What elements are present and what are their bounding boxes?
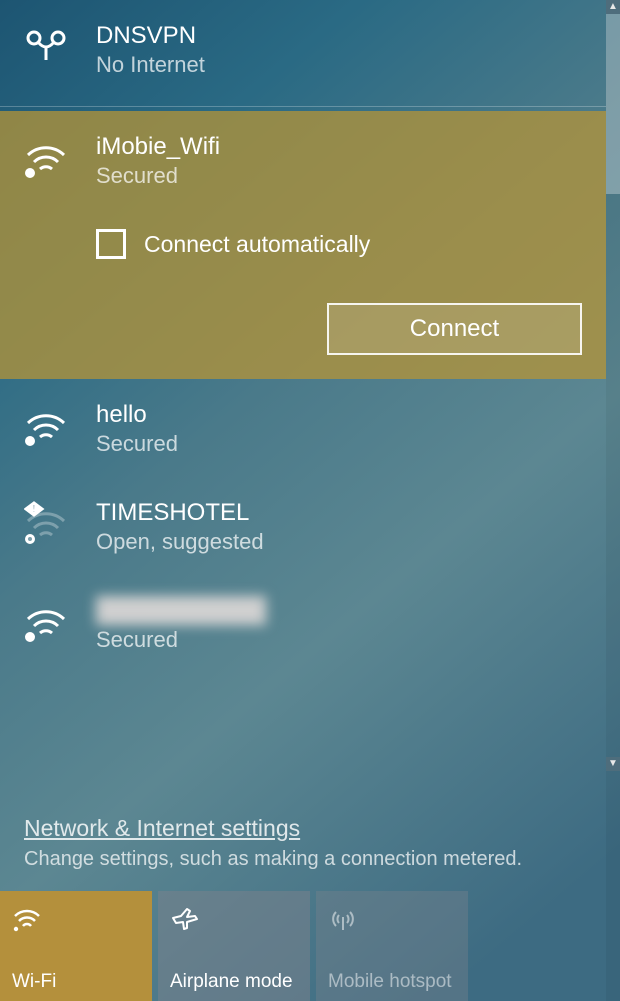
wifi-icon: [24, 401, 74, 457]
network-item-redacted[interactable]: ██████████ Secured: [0, 575, 606, 673]
network-settings-subtext: Change settings, such as making a connec…: [24, 848, 596, 871]
vpn-icon: [24, 22, 74, 78]
wifi-small-icon: [12, 903, 140, 933]
hotspot-icon: [328, 903, 456, 933]
network-name: TIMESHOTEL: [96, 499, 582, 527]
scroll-thumb[interactable]: [606, 14, 620, 194]
scrollbar[interactable]: ▲ ▼: [606, 0, 620, 1001]
network-item-hello[interactable]: hello Secured: [0, 379, 606, 477]
wifi-icon: [24, 133, 74, 189]
network-status: Secured: [96, 627, 582, 653]
network-status: Secured: [96, 163, 582, 189]
settings-section: Network & Internet settings Change setti…: [24, 815, 596, 871]
connect-automatically-checkbox[interactable]: [96, 229, 126, 259]
connect-button[interactable]: Connect: [327, 303, 582, 355]
connect-automatically-label: Connect automatically: [144, 231, 370, 258]
tile-label: Mobile hotspot: [328, 971, 456, 993]
network-name: iMobie_Wifi: [96, 133, 582, 161]
network-item-selected[interactable]: iMobie_Wifi Secured Connect automaticall…: [0, 111, 606, 379]
network-name: hello: [96, 401, 582, 429]
network-name: ██████████: [96, 597, 316, 625]
tile-hotspot[interactable]: Mobile hotspot: [316, 891, 468, 1001]
network-status: No Internet: [96, 52, 582, 78]
scroll-up-button[interactable]: ▲: [606, 0, 620, 14]
tile-label: Wi-Fi: [12, 971, 140, 993]
tile-wifi[interactable]: Wi-Fi: [0, 891, 152, 1001]
network-status: Secured: [96, 431, 582, 457]
network-list: DNSVPN No Internet iMobie_Wifi Secured C…: [0, 0, 606, 673]
network-item-dnsvpn[interactable]: DNSVPN No Internet: [0, 0, 606, 107]
network-item-timeshotel[interactable]: ! TIMESHOTEL Open, suggested: [0, 477, 606, 575]
svg-text:!: !: [32, 503, 36, 515]
network-status: Open, suggested: [96, 529, 582, 555]
airplane-icon: [170, 903, 298, 933]
wifi-open-icon: !: [24, 499, 74, 555]
scroll-down-button[interactable]: ▼: [606, 757, 620, 771]
tile-airplane[interactable]: Airplane mode: [158, 891, 310, 1001]
quick-action-tiles: Wi-Fi Airplane mode Mobile hotspot: [0, 891, 468, 1001]
network-settings-link[interactable]: Network & Internet settings: [24, 815, 300, 842]
network-name: DNSVPN: [96, 22, 582, 50]
tile-label: Airplane mode: [170, 971, 298, 993]
wifi-icon: [24, 597, 74, 653]
